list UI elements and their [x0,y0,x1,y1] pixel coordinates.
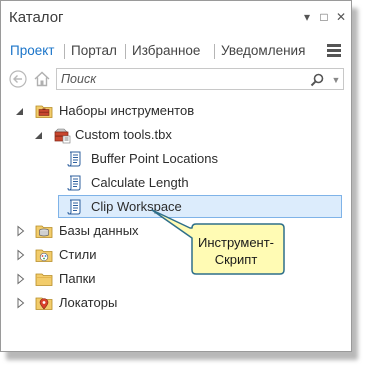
tree-item-custom-toolbox[interactable]: Custom tools.tbx [1,123,351,147]
close-icon[interactable]: ✕ [334,10,348,24]
callout-line: Скрипт [214,252,258,267]
tab-separator [64,44,65,59]
tree-item-label: Наборы инструментов [59,103,195,118]
search-options-chevron-down-icon[interactable]: ▼ [330,72,342,88]
databases-folder-icon [35,225,53,238]
tab-separator [214,44,215,59]
collapsed-caret-icon[interactable] [16,225,26,237]
tree-item-toolboxes[interactable]: Наборы инструментов [1,99,351,123]
tab-favorites[interactable]: Избранное [132,43,200,58]
home-icon[interactable] [32,69,52,89]
tree-item-label: Calculate Length [91,175,189,190]
tab-portal[interactable]: Портал [71,43,117,58]
search-box: ▼ [56,68,344,90]
tree-item-label: Custom tools.tbx [75,127,172,142]
collapsed-caret-icon[interactable] [16,297,26,309]
tree-item-locators[interactable]: Локаторы [1,291,351,315]
tree-item-tool-calculate[interactable]: Calculate Length [1,171,351,195]
navigation-row: ▼ [1,66,351,94]
script-tool-icon [67,175,81,191]
expanded-caret-icon[interactable] [15,105,25,117]
tree-item-label: Локаторы [59,295,118,310]
script-tool-icon [67,199,81,215]
menu-icon[interactable] [327,43,341,57]
back-arrow-icon[interactable] [8,69,28,89]
tree-item-label: Buffer Point Locations [91,151,218,166]
pane-autohide-icon[interactable]: □ [317,10,331,24]
collapsed-caret-icon[interactable] [16,249,26,261]
styles-folder-icon [35,249,53,262]
locators-folder-icon [35,297,53,310]
script-tool-icon [67,151,81,167]
tree-item-label: Папки [59,271,96,286]
tree-item-label: Базы данных [59,223,139,238]
tree-item-tool-buffer[interactable]: Buffer Point Locations [1,147,351,171]
expanded-caret-icon[interactable] [34,129,44,141]
pane-options-dropdown-icon[interactable]: ▾ [300,10,314,24]
tab-notifications[interactable]: Уведомления [221,43,305,58]
catalog-tabs: Проект Портал Избранное Уведомления [1,39,351,63]
tree-item-label: Стили [59,247,97,262]
tab-separator [125,44,126,59]
tab-project[interactable]: Проект [10,43,54,58]
callout-text: Инструмент- Скрипт [192,234,280,268]
collapsed-caret-icon[interactable] [16,273,26,285]
pane-titlebar: Каталог ▾ □ ✕ [1,1,351,35]
search-input[interactable] [61,71,291,87]
pane-title: Каталог [9,9,64,26]
toolboxes-folder-icon [35,105,53,118]
toolbox-icon [54,128,71,144]
folder-icon [35,273,53,286]
callout-line: Инструмент- [197,235,275,250]
search-icon[interactable] [309,72,325,88]
catalog-pane: Каталог ▾ □ ✕ Проект Портал Избранное Ув… [0,0,352,352]
